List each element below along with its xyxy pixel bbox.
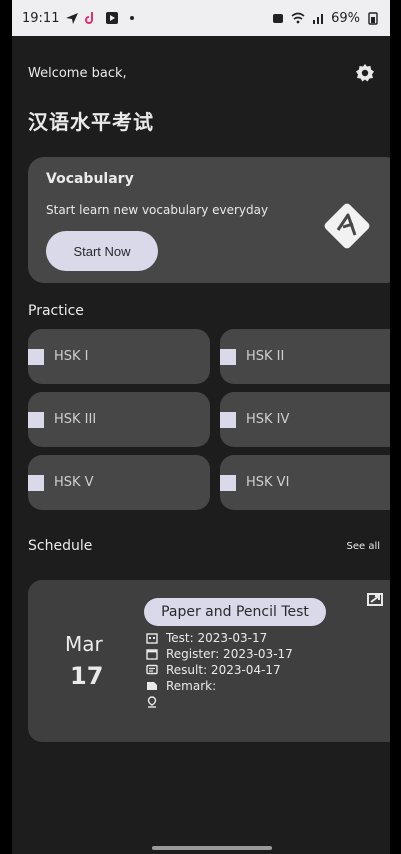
start-now-button[interactable]: Start Now bbox=[46, 231, 158, 271]
level-square-icon bbox=[28, 475, 44, 491]
page-title: 汉语水平考试 bbox=[28, 110, 154, 134]
battery-percent: 69% bbox=[331, 10, 360, 26]
hsk-level-label: HSK V bbox=[54, 475, 94, 490]
app-notification-icon bbox=[105, 11, 119, 25]
schedule-label: Schedule bbox=[28, 538, 93, 554]
translate-a-icon bbox=[324, 203, 370, 249]
hsk-level-6[interactable]: HSK VI bbox=[220, 455, 390, 510]
schedule-header: Schedule See all bbox=[28, 538, 380, 554]
status-bar: 19:11 69% bbox=[12, 0, 390, 36]
test-type-badge: Paper and Pencil Test bbox=[144, 598, 326, 626]
level-square-icon bbox=[28, 349, 44, 365]
hsk-level-label: HSK VI bbox=[246, 475, 290, 490]
battery-icon bbox=[366, 11, 380, 25]
hsk-level-label: HSK II bbox=[246, 349, 285, 364]
gear-icon[interactable] bbox=[354, 62, 376, 84]
detail-remark-row: Remark: bbox=[146, 678, 293, 694]
tiktok-icon bbox=[85, 11, 99, 25]
calendar-icon bbox=[146, 632, 158, 644]
wifi-icon bbox=[291, 11, 305, 25]
level-square-icon bbox=[220, 349, 236, 365]
home-indicator[interactable] bbox=[152, 846, 272, 850]
hsk-level-3[interactable]: HSK III bbox=[28, 392, 210, 447]
hsk-level-1[interactable]: HSK I bbox=[28, 329, 210, 384]
detail-result-row: Result: 2023-04-17 bbox=[146, 662, 293, 678]
level-square-icon bbox=[28, 412, 44, 428]
detail-location-row bbox=[146, 694, 293, 710]
practice-grid: HSK I HSK II HSK III HSK IV HSK V HSK VI bbox=[28, 329, 390, 510]
vocabulary-subtitle: Start learn new vocabulary everyday bbox=[46, 203, 269, 217]
vocabulary-card[interactable]: Vocabulary Start learn new vocabulary ev… bbox=[28, 157, 390, 283]
vocabulary-title: Vocabulary bbox=[46, 171, 134, 187]
hsk-level-4[interactable]: HSK IV bbox=[220, 392, 390, 447]
hsk-level-label: HSK I bbox=[54, 349, 89, 364]
welcome-row: Welcome back, bbox=[28, 62, 376, 84]
hsk-level-2[interactable]: HSK II bbox=[220, 329, 390, 384]
detail-result: Result: 2023-04-17 bbox=[166, 663, 281, 677]
level-square-icon bbox=[220, 475, 236, 491]
more-dot-icon bbox=[125, 11, 139, 25]
remark-icon bbox=[146, 680, 158, 692]
schedule-card[interactable]: Mar 17 Paper and Pencil Test Test: 2023-… bbox=[28, 580, 390, 742]
status-right: 69% bbox=[271, 11, 380, 26]
hsk-level-5[interactable]: HSK V bbox=[28, 455, 210, 510]
signal-icon bbox=[311, 11, 325, 25]
detail-register-row: Register: 2023-03-17 bbox=[146, 646, 293, 662]
navigation-arrow-icon bbox=[65, 11, 79, 25]
detail-test: Test: 2023-03-17 bbox=[166, 631, 268, 645]
practice-label: Practice bbox=[28, 303, 84, 319]
alarm-icon bbox=[271, 11, 285, 25]
phone-screen: 19:11 69% Welcome back, 汉语水平考试 Vocabular… bbox=[12, 0, 390, 854]
schedule-month: Mar bbox=[65, 632, 103, 656]
detail-register: Register: 2023-03-17 bbox=[166, 647, 293, 661]
detail-remark: Remark: bbox=[166, 679, 217, 693]
open-card-icon[interactable] bbox=[366, 590, 384, 608]
see-all-link[interactable]: See all bbox=[346, 541, 380, 552]
location-icon bbox=[146, 696, 158, 708]
register-icon bbox=[146, 648, 158, 660]
detail-test-row: Test: 2023-03-17 bbox=[146, 630, 293, 646]
status-left: 19:11 bbox=[22, 11, 139, 26]
level-square-icon bbox=[220, 412, 236, 428]
result-icon bbox=[146, 664, 158, 676]
hsk-level-label: HSK III bbox=[54, 412, 97, 427]
schedule-details: Test: 2023-03-17 Register: 2023-03-17 Re… bbox=[146, 630, 293, 710]
welcome-text: Welcome back, bbox=[28, 65, 127, 81]
content: Welcome back, 汉语水平考试 Vocabulary Start le… bbox=[12, 62, 390, 742]
hsk-level-label: HSK IV bbox=[246, 412, 290, 427]
schedule-day: 17 bbox=[70, 662, 104, 690]
status-time: 19:11 bbox=[22, 10, 60, 26]
